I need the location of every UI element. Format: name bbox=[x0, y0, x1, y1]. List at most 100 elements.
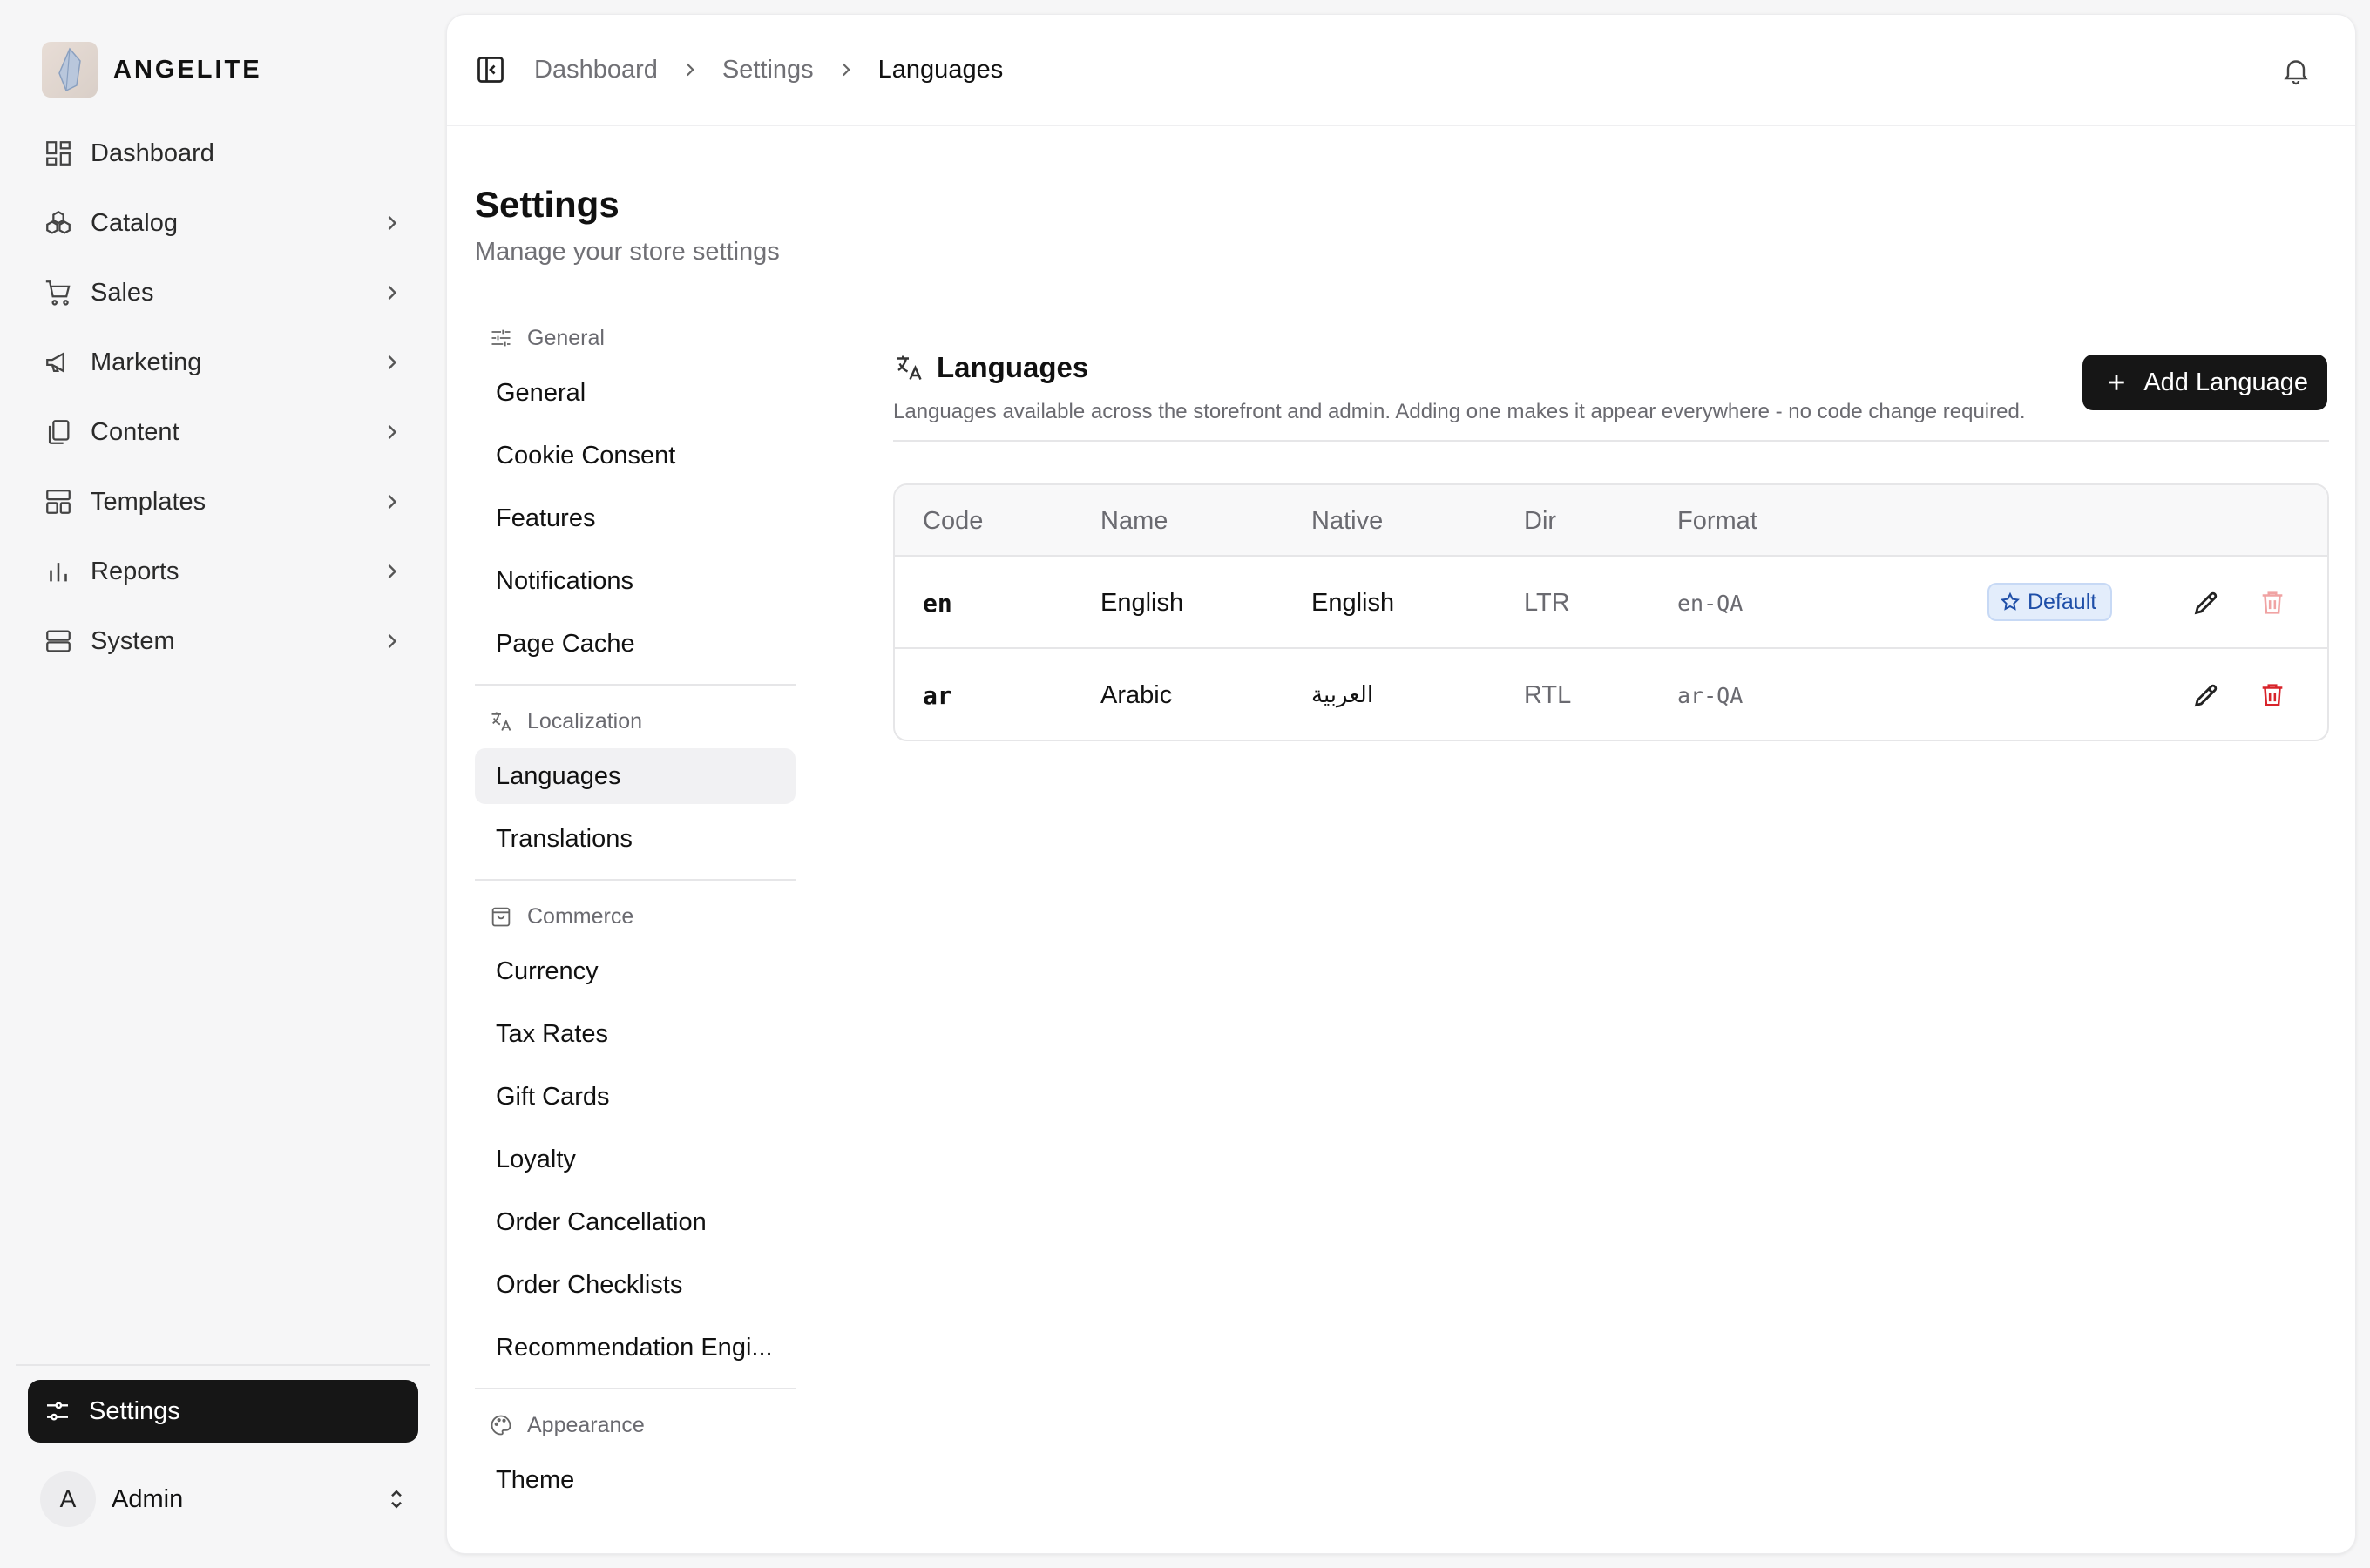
brand-logo-icon bbox=[42, 42, 98, 98]
sidebar-item-settings[interactable]: Settings bbox=[28, 1380, 418, 1443]
catalog-icon bbox=[46, 210, 71, 234]
app-sidebar: ANGELITE Dashboard Catalog Sales Marketi… bbox=[0, 0, 444, 1568]
page-subtitle: Manage your store settings bbox=[475, 238, 780, 266]
column-header-code: Code bbox=[923, 506, 984, 535]
sidebar-item-label: Marketing bbox=[91, 348, 202, 376]
dashboard-icon bbox=[46, 141, 71, 166]
sidebar-item-catalog[interactable]: Catalog bbox=[28, 192, 420, 254]
column-header-name: Name bbox=[1100, 506, 1168, 535]
column-header-format: Format bbox=[1677, 506, 1757, 535]
edit-icon[interactable] bbox=[2191, 588, 2221, 618]
cell-dir: RTL bbox=[1524, 680, 1572, 709]
sidebar-item-label: Sales bbox=[91, 278, 154, 307]
sidebar-item-label: Settings bbox=[89, 1396, 180, 1425]
shopping-bag-icon bbox=[491, 907, 511, 927]
sidebar-item-reports[interactable]: Reports bbox=[28, 540, 420, 603]
settings-item-tax-rates[interactable]: Tax Rates bbox=[475, 1006, 796, 1062]
add-language-button[interactable]: Add Language bbox=[2082, 355, 2327, 410]
sidebar-item-label: Content bbox=[91, 417, 179, 446]
settings-item-page-cache[interactable]: Page Cache bbox=[475, 616, 796, 672]
add-language-label: Add Language bbox=[2143, 368, 2308, 396]
translate-icon bbox=[897, 355, 922, 380]
sidebar-item-content[interactable]: Content bbox=[28, 401, 420, 463]
plus-icon bbox=[2109, 375, 2125, 390]
settings-group-appearance: Appearance bbox=[475, 1398, 796, 1452]
page-title: Settings bbox=[475, 184, 620, 225]
breadcrumb-item-dashboard[interactable]: Dashboard bbox=[534, 56, 658, 84]
section-divider bbox=[893, 440, 2329, 442]
chevrons-up-down-icon bbox=[391, 1490, 402, 1509]
settings-item-general[interactable]: General bbox=[475, 365, 796, 421]
sidebar-nav: Dashboard Catalog Sales Marketing Conten… bbox=[28, 122, 420, 679]
delete-icon[interactable] bbox=[2258, 680, 2287, 710]
cell-code: en bbox=[923, 588, 952, 618]
sidebar-item-label: Templates bbox=[91, 487, 207, 516]
megaphone-icon bbox=[46, 352, 64, 373]
sidebar-item-label: Catalog bbox=[91, 208, 178, 237]
settings-item-translations[interactable]: Translations bbox=[475, 811, 796, 867]
chevron-right-icon bbox=[686, 63, 694, 77]
table-header: Code Name Native Dir Format bbox=[895, 485, 2327, 557]
settings-group-divider bbox=[475, 1388, 796, 1389]
layout-icon bbox=[46, 490, 71, 514]
settings-item-theme[interactable]: Theme bbox=[475, 1452, 796, 1508]
translate-icon bbox=[491, 712, 511, 731]
edit-icon[interactable] bbox=[2191, 680, 2221, 710]
user-name: Admin bbox=[112, 1484, 184, 1513]
bar-chart-icon bbox=[50, 563, 67, 582]
sidebar-item-label: Reports bbox=[91, 557, 179, 585]
sidebar-item-sales[interactable]: Sales bbox=[28, 261, 420, 324]
settings-group-localization: Localization bbox=[475, 694, 796, 748]
column-header-dir: Dir bbox=[1524, 506, 1557, 535]
avatar: A bbox=[40, 1471, 96, 1527]
settings-item-recommendation-engine[interactable]: Recommendation Engi... bbox=[475, 1320, 796, 1375]
chevron-right-icon bbox=[388, 495, 397, 509]
sidebar-toggle-icon[interactable] bbox=[475, 54, 506, 85]
brand-name: ANGELITE bbox=[113, 55, 262, 84]
breadcrumb-item-languages: Languages bbox=[877, 55, 1004, 84]
cell-name: English bbox=[1100, 588, 1184, 617]
documents-icon bbox=[48, 420, 70, 444]
breadcrumb: Dashboard Settings Languages bbox=[534, 56, 1003, 84]
chevron-right-icon bbox=[388, 286, 397, 300]
settings-item-cookie-consent[interactable]: Cookie Consent bbox=[475, 428, 796, 483]
sidebar-item-system[interactable]: System bbox=[28, 610, 420, 672]
default-badge: Default bbox=[1987, 583, 2113, 621]
chevron-right-icon bbox=[388, 425, 397, 439]
settings-item-features[interactable]: Features bbox=[475, 490, 796, 546]
settings-item-currency[interactable]: Currency bbox=[475, 943, 796, 999]
cart-icon bbox=[45, 280, 71, 306]
settings-item-notifications[interactable]: Notifications bbox=[475, 553, 796, 609]
settings-item-order-cancellation[interactable]: Order Cancellation bbox=[475, 1194, 796, 1250]
settings-group-commerce: Commerce bbox=[475, 889, 796, 943]
settings-item-languages[interactable]: Languages bbox=[475, 748, 796, 804]
sliders-icon bbox=[47, 1402, 68, 1421]
section-title: Languages bbox=[937, 351, 1089, 383]
user-menu[interactable]: A Admin bbox=[40, 1470, 410, 1528]
sidebar-item-templates[interactable]: Templates bbox=[28, 470, 420, 533]
cell-code: ar bbox=[923, 680, 952, 710]
sliders-icon bbox=[491, 329, 511, 347]
settings-item-loyalty[interactable]: Loyalty bbox=[475, 1132, 796, 1187]
cell-native: العربية bbox=[1311, 682, 1374, 708]
table-row: en English English LTR en-QA Default bbox=[895, 557, 2327, 649]
cell-native: English bbox=[1311, 588, 1395, 617]
sidebar-divider bbox=[16, 1364, 430, 1366]
chevron-right-icon bbox=[388, 634, 397, 648]
settings-item-order-checklists[interactable]: Order Checklists bbox=[475, 1257, 796, 1313]
column-header-native: Native bbox=[1311, 506, 1384, 535]
bell-icon[interactable] bbox=[2280, 55, 2312, 86]
brand[interactable]: ANGELITE bbox=[42, 42, 262, 98]
sidebar-item-label: System bbox=[91, 626, 175, 655]
chevron-right-icon bbox=[842, 63, 850, 77]
cell-format: en-QA bbox=[1677, 590, 1744, 616]
cell-dir: LTR bbox=[1524, 588, 1570, 617]
breadcrumb-item-settings[interactable]: Settings bbox=[722, 56, 814, 84]
sidebar-item-dashboard[interactable]: Dashboard bbox=[28, 122, 420, 185]
settings-nav: General General Cookie Consent Features … bbox=[475, 311, 796, 1515]
sidebar-item-label: Dashboard bbox=[91, 139, 214, 167]
cell-format: ar-QA bbox=[1677, 682, 1744, 708]
topbar: Dashboard Settings Languages bbox=[447, 15, 2355, 126]
settings-item-gift-cards[interactable]: Gift Cards bbox=[475, 1069, 796, 1125]
sidebar-item-marketing[interactable]: Marketing bbox=[28, 331, 420, 394]
